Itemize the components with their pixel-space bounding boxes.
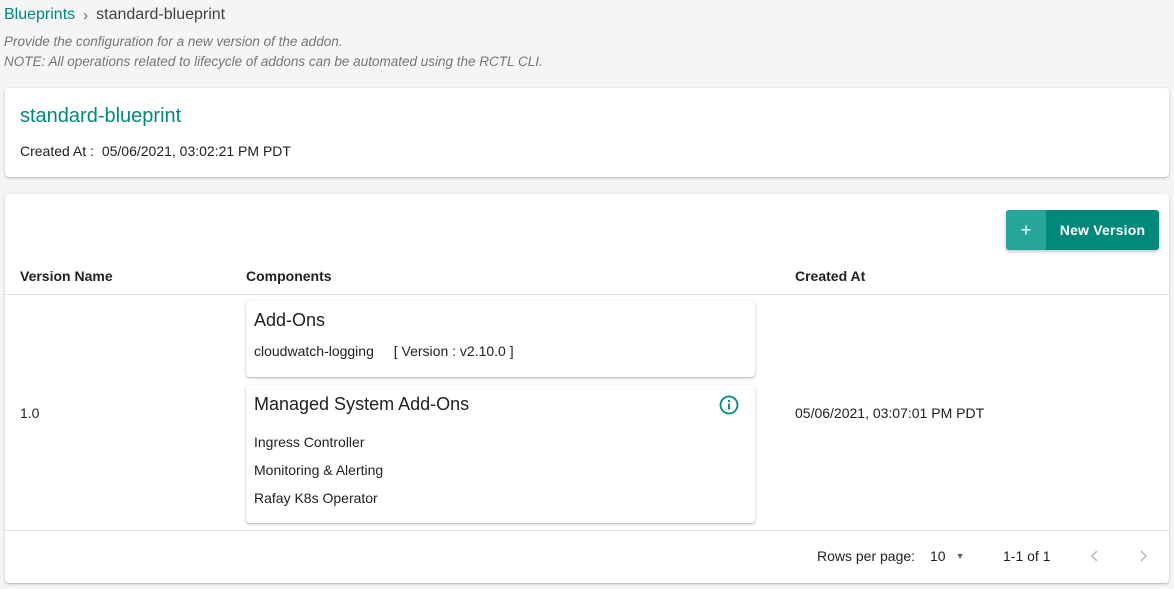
managed-addon-item: Ingress Controller (254, 434, 365, 450)
created-at-cell: 05/06/2021, 03:07:01 PM PDT (795, 405, 985, 421)
breadcrumb-link-blueprints[interactable]: Blueprints (4, 6, 75, 24)
managed-addons-card: Managed System Add-Ons Ingress Controlle… (246, 385, 755, 523)
page-description: Provide the configuration for a new vers… (4, 34, 343, 49)
caret-down-icon: ▼ (955, 551, 965, 561)
new-version-label: New Version (1059, 222, 1146, 238)
version-name-cell: 1.0 (20, 405, 40, 421)
managed-addon-item: Rafay K8s Operator (254, 490, 378, 506)
rows-per-page-label: Rows per page: (817, 548, 916, 564)
column-header-version: Version Name (20, 268, 113, 284)
plus-icon: + (1006, 210, 1046, 250)
addon-name: cloudwatch-logging (254, 343, 374, 359)
managed-addons-title: Managed System Add-Ons (254, 394, 470, 414)
breadcrumb: Blueprints › standard-blueprint (4, 0, 1170, 30)
created-label: Created At : (20, 143, 94, 159)
new-version-button[interactable]: + New Version (1006, 210, 1159, 250)
managed-addon-item: Monitoring & Alerting (254, 462, 384, 478)
breadcrumb-separator: › (83, 6, 89, 24)
versions-table-card: + New Version Version Name Components Cr… (5, 194, 1169, 583)
blueprint-info-card: standard-blueprint Created At : 05/06/20… (5, 88, 1169, 177)
addons-title: Add-Ons (254, 310, 326, 330)
chevron-left-icon[interactable] (1083, 544, 1107, 568)
column-header-components: Components (246, 268, 332, 284)
addon-version: [ Version : v2.10.0 ] (393, 343, 514, 359)
page-note: NOTE: All operations related to lifecycl… (4, 54, 543, 69)
footer-divider (5, 530, 1169, 531)
created-value: 05/06/2021, 03:02:21 PM PDT (101, 143, 291, 159)
column-header-created: Created At (795, 268, 866, 284)
header-divider (5, 294, 1169, 295)
breadcrumb-current: standard-blueprint (96, 6, 226, 23)
chevron-right-icon[interactable] (1131, 544, 1155, 568)
addons-card: Add-Ons cloudwatch-logging [ Version : v… (246, 301, 755, 377)
blueprint-created: Created At : 05/06/2021, 03:02:21 PM PDT (20, 143, 291, 159)
pagination-range: 1-1 of 1 (1003, 548, 1051, 564)
rows-per-page-value: 10 (930, 548, 946, 564)
blueprint-title: standard-blueprint (20, 105, 182, 127)
info-icon[interactable] (719, 395, 739, 415)
rows-per-page-select[interactable]: 10 ▼ (930, 548, 965, 564)
addon-item: cloudwatch-logging [ Version : v2.10.0 ] (254, 343, 514, 359)
page-header: Blueprints › standard-blueprint Provide … (4, 0, 1170, 72)
